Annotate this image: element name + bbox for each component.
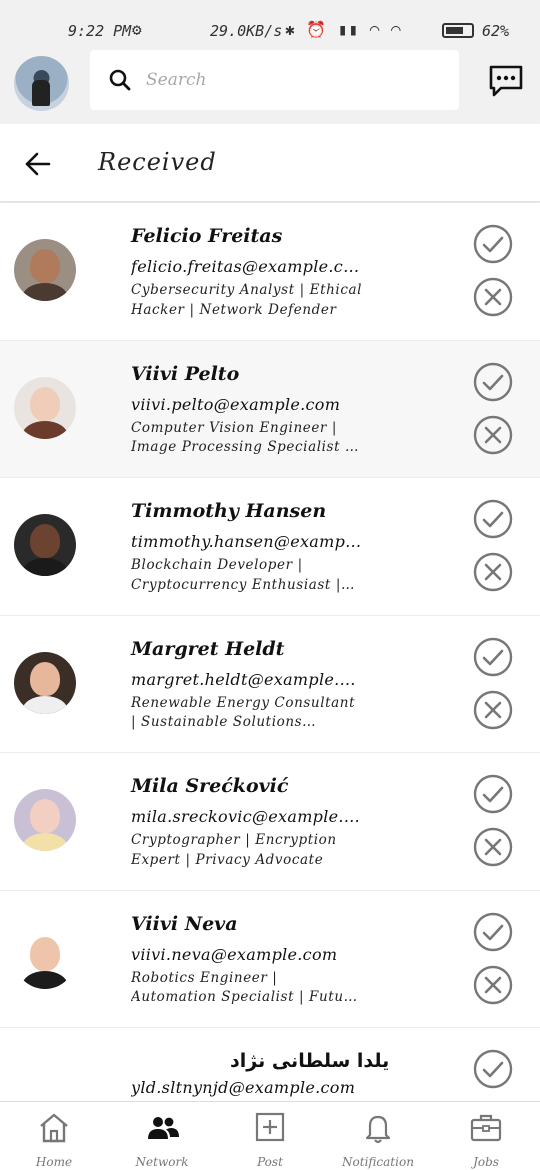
request-row: Margret Heldt margret.heldt@example.com … [0,616,540,753]
decline-x-icon[interactable] [473,277,513,317]
nav-label: Post [257,1155,283,1169]
request-email: mila.sreckovic@example.com [131,807,363,826]
avatar[interactable] [14,239,76,301]
accept-check-icon[interactable] [473,499,513,539]
request-email: felicio.freitas@example.com [131,257,363,276]
request-list[interactable]: Felicio Freitas felicio.freitas@example.… [0,203,540,1101]
request-name[interactable]: یلدا سلطانی نژاد [230,1050,389,1072]
top-bar [0,44,540,124]
nav-label: Notification [342,1155,414,1169]
request-name[interactable]: Margret Heldt [131,638,284,660]
request-name[interactable]: Viivi Pelto [131,363,239,385]
request-bio: Blockchain Developer | Cryptocurrency En… [131,557,341,593]
request-row: یلدا سلطانی نژاد yld.sltnynjd@example.co… [0,1028,540,1101]
accept-check-icon[interactable] [473,774,513,814]
nav-post[interactable]: Post [216,1102,324,1170]
request-row: Viivi Pelto viivi.pelto@example.com Comp… [0,340,540,478]
avatar[interactable] [14,376,76,439]
bottom-nav: Home Network Post Notification Jobs [0,1101,540,1170]
system-icons: ⚙ [132,20,142,39]
page-header: Received [0,124,540,202]
request-email: yld.sltnynjd@example.com [131,1078,356,1097]
avatar[interactable] [14,789,76,851]
home-icon [40,1113,68,1143]
search-icon [109,69,131,91]
accept-check-icon[interactable] [473,362,513,402]
request-email: viivi.pelto@example.com [131,394,341,414]
accept-check-icon[interactable] [473,912,513,952]
avatar[interactable] [14,514,76,576]
request-bio: Computer Vision Engineer | Image Process… [131,419,351,456]
accept-check-icon[interactable] [473,1049,513,1089]
post-icon [255,1112,285,1142]
request-name[interactable]: Mila Srećković [131,775,288,797]
request-row: Viivi Neva viivi.neva@example.com Roboti… [0,891,540,1028]
nav-notification[interactable]: Notification [324,1102,432,1170]
request-bio: Cybersecurity Analyst | Ethical Hacker |… [131,282,363,318]
avatar[interactable] [14,926,76,989]
decline-x-icon[interactable] [473,415,513,455]
accept-check-icon[interactable] [473,224,513,264]
request-row: Mila Srećković mila.sreckovic@example.co… [0,753,540,891]
request-email: margret.heldt@example.com [131,669,363,689]
battery-icon [442,23,474,38]
avatar[interactable] [14,651,76,714]
decline-x-icon[interactable] [473,690,513,730]
request-name[interactable]: Timmothy Hansen [131,500,326,522]
nav-label: Network [135,1155,189,1169]
search-input[interactable] [146,64,436,96]
accept-check-icon[interactable] [473,637,513,677]
request-name[interactable]: Viivi Neva [131,913,238,935]
network-icon [148,1117,179,1139]
status-time: 9:22 PM [68,22,132,40]
network-speed: 29.0KB/s [210,22,283,40]
nav-home[interactable]: Home [0,1102,108,1170]
decline-x-icon[interactable] [473,552,513,592]
request-bio: Renewable Energy Consultant | Sustainabl… [131,694,356,731]
request-row: Timmothy Hansen timmothy.hansen@example.… [0,478,540,616]
request-name[interactable]: Felicio Freitas [131,225,282,247]
decline-x-icon[interactable] [473,827,513,867]
nav-network[interactable]: Network [108,1102,216,1170]
profile-avatar[interactable] [14,56,69,111]
nav-label: Home [35,1155,73,1169]
bell-icon [365,1115,391,1144]
nav-label: Jobs [473,1155,499,1169]
page-title: Received [98,148,217,176]
back-arrow-icon[interactable] [24,150,52,178]
request-email: timmothy.hansen@example.com [131,532,363,551]
connectivity-icons: ✱ ⏰ ▮▮ ◠ ◠ [285,20,402,39]
status-bar: 9:22 PM ⚙ 29.0KB/s ✱ ⏰ ▮▮ ◠ ◠ 62% [0,0,540,44]
request-bio: Robotics Engineer | Automation Specialis… [131,969,360,1006]
briefcase-icon [470,1114,502,1142]
request-email: viivi.neva@example.com [131,944,338,964]
request-bio: Cryptographer | Encryption Expert | Priv… [131,832,337,868]
message-icon[interactable] [487,62,525,100]
nav-jobs[interactable]: Jobs [432,1102,540,1170]
request-row: Felicio Freitas felicio.freitas@example.… [0,203,540,341]
battery-percent: 62% [482,22,510,40]
decline-x-icon[interactable] [473,965,513,1005]
search-box[interactable] [90,50,459,110]
